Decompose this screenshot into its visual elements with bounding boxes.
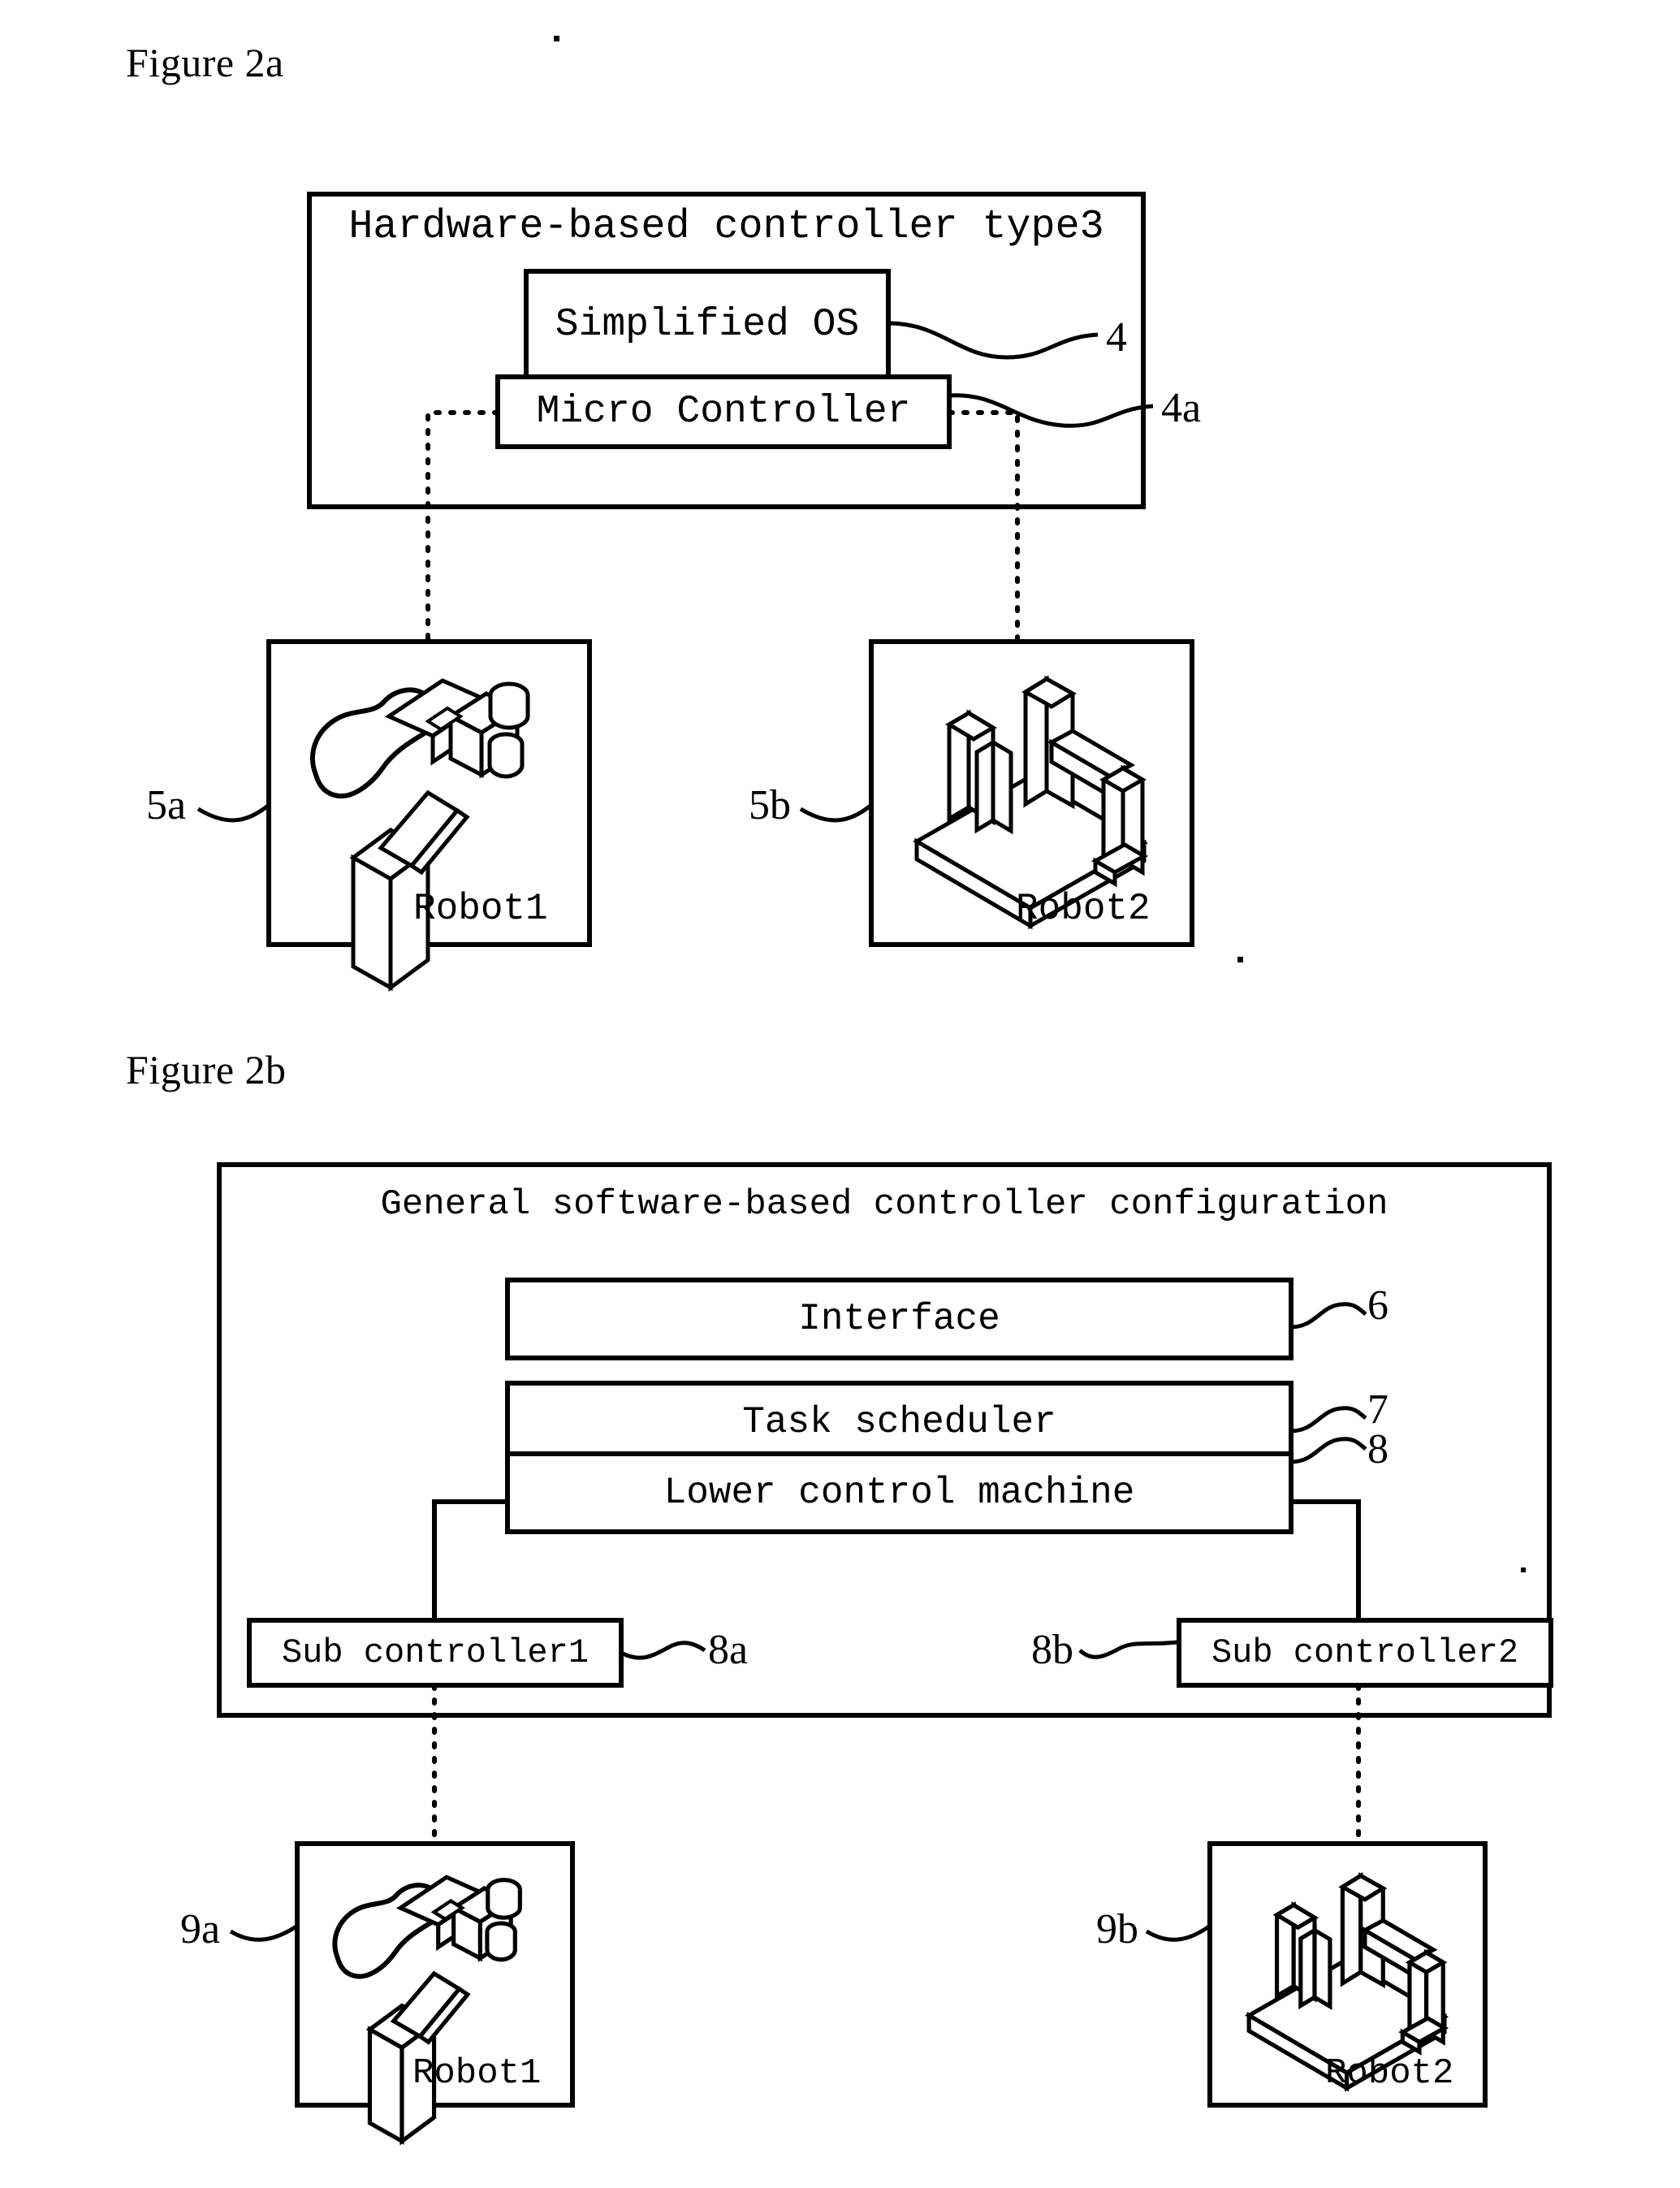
fig2b-task-scheduler-label: Task scheduler — [742, 1401, 1056, 1443]
fig2b-ref-8: 8 — [1367, 1426, 1388, 1472]
fig2a-ref-5b: 5b — [749, 782, 791, 828]
fig2a-leader-5a — [197, 804, 270, 823]
fig2b-ref-9b: 9b — [1096, 1906, 1138, 1952]
fig2b-ref-8a: 8a — [708, 1627, 749, 1673]
figure-2b-caption: Figure 2b — [126, 1047, 287, 1092]
fig2b-robot1-label: Robot1 — [412, 2053, 542, 2094]
fig2b-robot1-illustration — [332, 1875, 522, 2146]
fig2b-link-lower-sub1 — [432, 1499, 507, 1620]
fig2b-ref-8b: 8b — [1031, 1627, 1073, 1673]
fig2b-leader-7 — [1290, 1406, 1367, 1433]
fig2a-link-mcu-robot2 — [947, 410, 1020, 644]
fig2a-controller-title: Hardware-based controller type3 — [348, 203, 1104, 250]
fig2b-ref-6: 6 — [1367, 1282, 1388, 1329]
fig2a-robot1-label: Robot1 — [413, 888, 548, 930]
fig2b-ref-9a: 9a — [180, 1906, 221, 1952]
fig2a-link-mcu-robot1 — [425, 410, 500, 644]
fig2a-simplified-os-label: Simplified OS — [555, 303, 860, 347]
fig2b-leader-9a — [229, 1924, 298, 1942]
fig2a-ref-5a: 5a — [146, 782, 187, 828]
fig2b-sub-controller-1-label: Sub controller1 — [281, 1633, 590, 1672]
fig2b-leader-6 — [1290, 1302, 1367, 1330]
fig2a-robot2-label: Robot2 — [1016, 888, 1151, 930]
fig2b-sub-controller-2-label: Sub controller2 — [1211, 1633, 1519, 1672]
figure-2a-caption: Figure 2a — [126, 40, 284, 85]
fig2a-leader-4 — [888, 321, 1099, 360]
scan-artifact-dot-right — [1521, 1567, 1526, 1572]
fig2b-leader-8 — [1290, 1437, 1367, 1464]
scan-artifact-dot-top — [554, 36, 559, 41]
patent-drawing-sheet: Figure 2a Figure 2b Hardware-based contr… — [0, 0, 1680, 2188]
fig2b-interface-label: Interface — [798, 1298, 1000, 1340]
fig2a-micro-controller-label: Micro Controller — [536, 390, 911, 434]
scan-artifact-dot-mid — [1237, 957, 1243, 962]
fig2b-leader-9b — [1145, 1924, 1211, 1942]
fig2a-ref-4: 4 — [1106, 314, 1127, 361]
fig2b-robot2-label: Robot2 — [1325, 2053, 1454, 2094]
fig2b-leader-8b — [1078, 1640, 1178, 1659]
fig2b-link-lower-sub2 — [1291, 1499, 1361, 1620]
fig2a-leader-5b — [799, 804, 872, 823]
fig2b-controller-title: General software-based controller config… — [380, 1184, 1388, 1225]
fig2a-ref-4a: 4a — [1161, 385, 1202, 431]
fig2b-leader-8a — [620, 1641, 706, 1660]
fig2a-robot1-illustration — [310, 678, 530, 992]
fig2b-lower-control-machine-label: Lower control machine — [663, 1472, 1135, 1514]
